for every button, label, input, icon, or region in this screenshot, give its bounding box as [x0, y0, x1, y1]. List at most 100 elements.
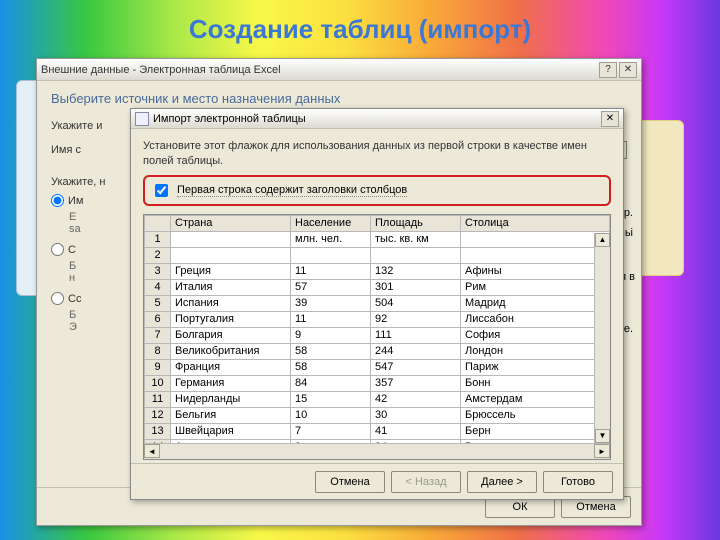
data-cell: 30: [371, 407, 461, 423]
data-cell: Великобритания: [171, 343, 291, 359]
data-cell: 111: [371, 327, 461, 343]
data-cell: [461, 231, 610, 247]
data-cell: Лондон: [461, 343, 610, 359]
data-cell: 41: [371, 423, 461, 439]
data-cell: 11: [291, 311, 371, 327]
outer-line2: Имя с: [51, 144, 81, 156]
close-button[interactable]: ✕: [619, 62, 637, 78]
outer-title: Внешние данные - Электронная таблица Exc…: [41, 64, 281, 76]
rownum-cell: 13: [145, 423, 171, 439]
data-table: Страна Население Площадь Столица 1 млн. ч…: [144, 215, 610, 443]
data-cell: 92: [371, 311, 461, 327]
page-title: Создание таблиц (импорт): [0, 14, 720, 45]
data-cell: Берн: [461, 423, 610, 439]
data-cell: Афины: [461, 263, 610, 279]
data-cell: Италия: [171, 279, 291, 295]
horizontal-scrollbar[interactable]: ◄ ►: [144, 443, 610, 459]
radio-import[interactable]: [51, 194, 64, 207]
data-cell: 132: [371, 263, 461, 279]
data-cell: Бельгия: [171, 407, 291, 423]
table-icon: [135, 112, 149, 126]
first-row-headers-highlight: Первая строка содержит заголовки столбцо…: [143, 175, 611, 206]
header-area[interactable]: Площадь: [371, 215, 461, 231]
import-wizard-dialog: Импорт электронной таблицы ✕ Установите …: [130, 108, 624, 500]
scroll-down-icon[interactable]: ▼: [595, 429, 610, 443]
data-cell: [171, 231, 291, 247]
back-button[interactable]: < Назад: [391, 471, 461, 493]
right-text1: p.: [624, 207, 633, 219]
rownum-cell: 12: [145, 407, 171, 423]
rownum-cell: 9: [145, 359, 171, 375]
data-cell: Португалия: [171, 311, 291, 327]
data-cell: Амстердам: [461, 391, 610, 407]
vertical-scrollbar[interactable]: ▲ ▼: [594, 233, 610, 443]
data-cell: 9: [291, 327, 371, 343]
radio-link-label: С: [68, 244, 76, 256]
header-country[interactable]: Страна: [171, 215, 291, 231]
data-cell: 42: [371, 391, 461, 407]
header-rownum: [145, 215, 171, 231]
radio-source[interactable]: [51, 292, 64, 305]
rownum-cell: 5: [145, 295, 171, 311]
data-cell: 58: [291, 343, 371, 359]
scroll-right-icon[interactable]: ►: [594, 444, 610, 458]
rownum-cell: 8: [145, 343, 171, 359]
data-cell: Франция: [171, 359, 291, 375]
scroll-up-icon[interactable]: ▲: [595, 233, 610, 247]
first-row-headers-checkbox[interactable]: [155, 184, 168, 197]
data-cell: 11: [291, 263, 371, 279]
data-cell: [371, 247, 461, 263]
data-cell: 301: [371, 279, 461, 295]
data-cell: млн. чел.: [291, 231, 371, 247]
radio-source-label: Сс: [68, 293, 81, 305]
data-cell: 10: [291, 407, 371, 423]
rownum-cell: 11: [145, 391, 171, 407]
data-cell: 7: [291, 423, 371, 439]
data-cell: Рим: [461, 279, 610, 295]
help-button[interactable]: ?: [599, 62, 617, 78]
first-row-headers-label: Первая строка содержит заголовки столбцо…: [177, 184, 407, 197]
rownum-cell: 1: [145, 231, 171, 247]
wizard-hint: Установите этот флажок для использования…: [143, 139, 611, 169]
data-cell: тыс. кв. км: [371, 231, 461, 247]
finish-button[interactable]: Готово: [543, 471, 613, 493]
header-capital[interactable]: Столица: [461, 215, 610, 231]
rownum-cell: 10: [145, 375, 171, 391]
radio-link[interactable]: [51, 243, 64, 256]
cancel-button[interactable]: Отмена: [315, 471, 385, 493]
data-cell: 504: [371, 295, 461, 311]
outer-heading: Выберите источник и место назначения дан…: [51, 91, 627, 106]
data-cell: 58: [291, 359, 371, 375]
inner-close-button[interactable]: ✕: [601, 111, 619, 127]
data-cell: Нидерланды: [171, 391, 291, 407]
wizard-button-bar: Отмена < Назад Далее > Готово: [131, 463, 623, 499]
data-cell: 84: [291, 375, 371, 391]
data-cell: Испания: [171, 295, 291, 311]
rownum-cell: 2: [145, 247, 171, 263]
data-cell: Париж: [461, 359, 610, 375]
inner-titlebar: Импорт электронной таблицы ✕: [131, 109, 623, 129]
data-cell: 244: [371, 343, 461, 359]
data-cell: [171, 247, 291, 263]
rownum-cell: 7: [145, 327, 171, 343]
next-button[interactable]: Далее >: [467, 471, 537, 493]
data-cell: Греция: [171, 263, 291, 279]
inner-title: Импорт электронной таблицы: [153, 113, 306, 125]
data-cell: София: [461, 327, 610, 343]
data-cell: 547: [371, 359, 461, 375]
data-cell: Германия: [171, 375, 291, 391]
data-cell: Бонн: [461, 375, 610, 391]
rownum-cell: 3: [145, 263, 171, 279]
header-population[interactable]: Население: [291, 215, 371, 231]
data-cell: [461, 247, 610, 263]
data-cell: Швейцария: [171, 423, 291, 439]
data-cell: [291, 247, 371, 263]
data-cell: 15: [291, 391, 371, 407]
data-cell: 57: [291, 279, 371, 295]
data-cell: Лиссабон: [461, 311, 610, 327]
scroll-left-icon[interactable]: ◄: [144, 444, 160, 458]
data-cell: 39: [291, 295, 371, 311]
data-cell: Болгария: [171, 327, 291, 343]
outer-titlebar: Внешние данные - Электронная таблица Exc…: [37, 59, 641, 81]
preview-grid: Страна Население Площадь Столица 1 млн. ч…: [143, 214, 611, 460]
